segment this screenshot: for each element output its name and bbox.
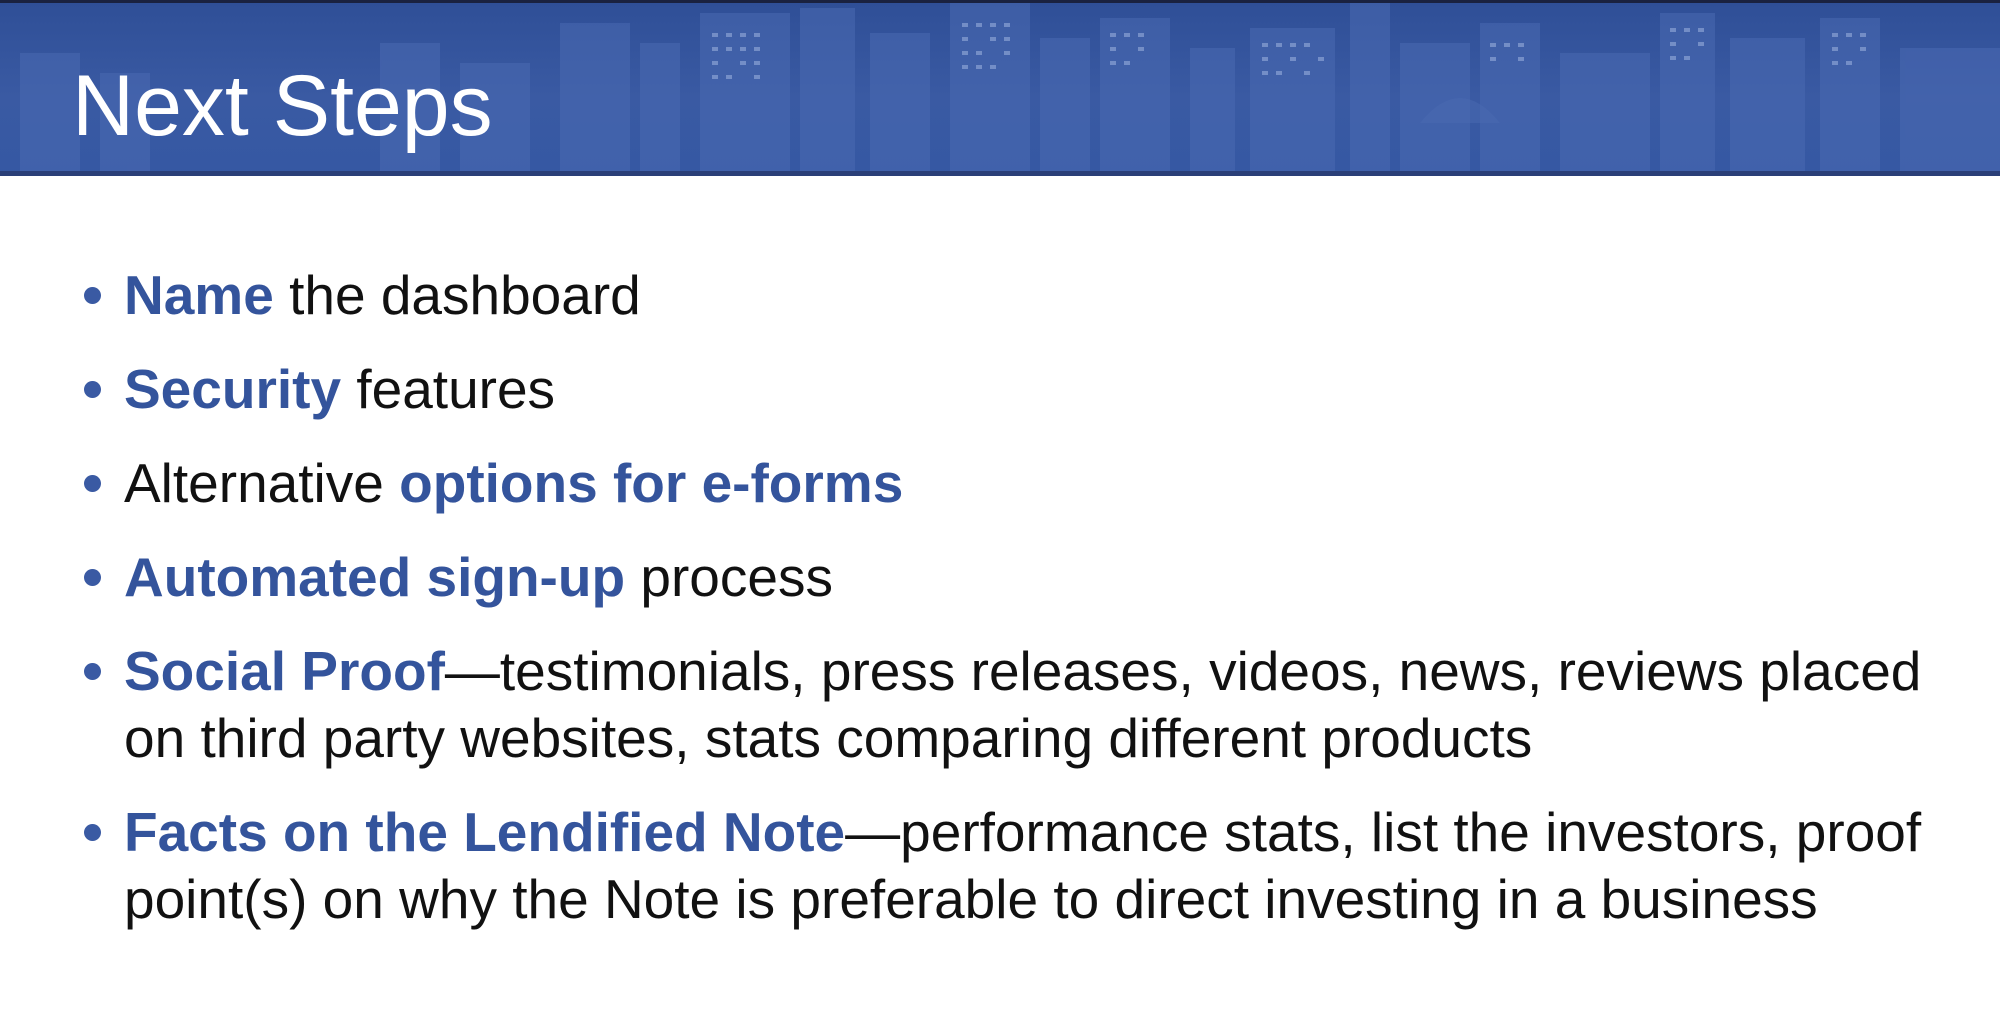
- page-title: Next Steps: [72, 58, 493, 154]
- bullet-icon: [84, 824, 101, 841]
- bullet-highlight: Social Proof: [124, 640, 445, 702]
- bullet-list: Name the dashboard Security features Alt…: [78, 262, 1958, 960]
- list-item: Alternative options for e-forms: [78, 450, 1958, 517]
- bullet-icon: [84, 381, 101, 398]
- list-item: Social Proof—testimonials, press release…: [78, 638, 1958, 772]
- bullet-icon: [84, 663, 101, 680]
- bullet-prefix: Alternative: [124, 452, 400, 514]
- bullet-text: the dashboard: [273, 264, 641, 326]
- bullet-icon: [84, 569, 101, 586]
- bullet-highlight: Name: [124, 264, 274, 326]
- slide: Next Steps Name the dashboard Security f…: [0, 0, 2000, 1025]
- bullet-highlight: Automated sign-up: [124, 546, 626, 608]
- bullet-highlight: Facts on the Lendified Note: [124, 801, 846, 863]
- list-item: Facts on the Lendified Note—performance …: [78, 799, 1958, 933]
- bullet-text: features: [341, 358, 556, 420]
- bullet-icon: [84, 287, 101, 304]
- list-item: Security features: [78, 356, 1958, 423]
- list-item: Automated sign-up process: [78, 544, 1958, 611]
- bullet-text: process: [625, 546, 833, 608]
- bullet-highlight: options for e-forms: [399, 452, 904, 514]
- list-item: Name the dashboard: [78, 262, 1958, 329]
- bullet-highlight: Security: [124, 358, 342, 420]
- header-band: Next Steps: [0, 0, 2000, 176]
- bullet-icon: [84, 475, 101, 492]
